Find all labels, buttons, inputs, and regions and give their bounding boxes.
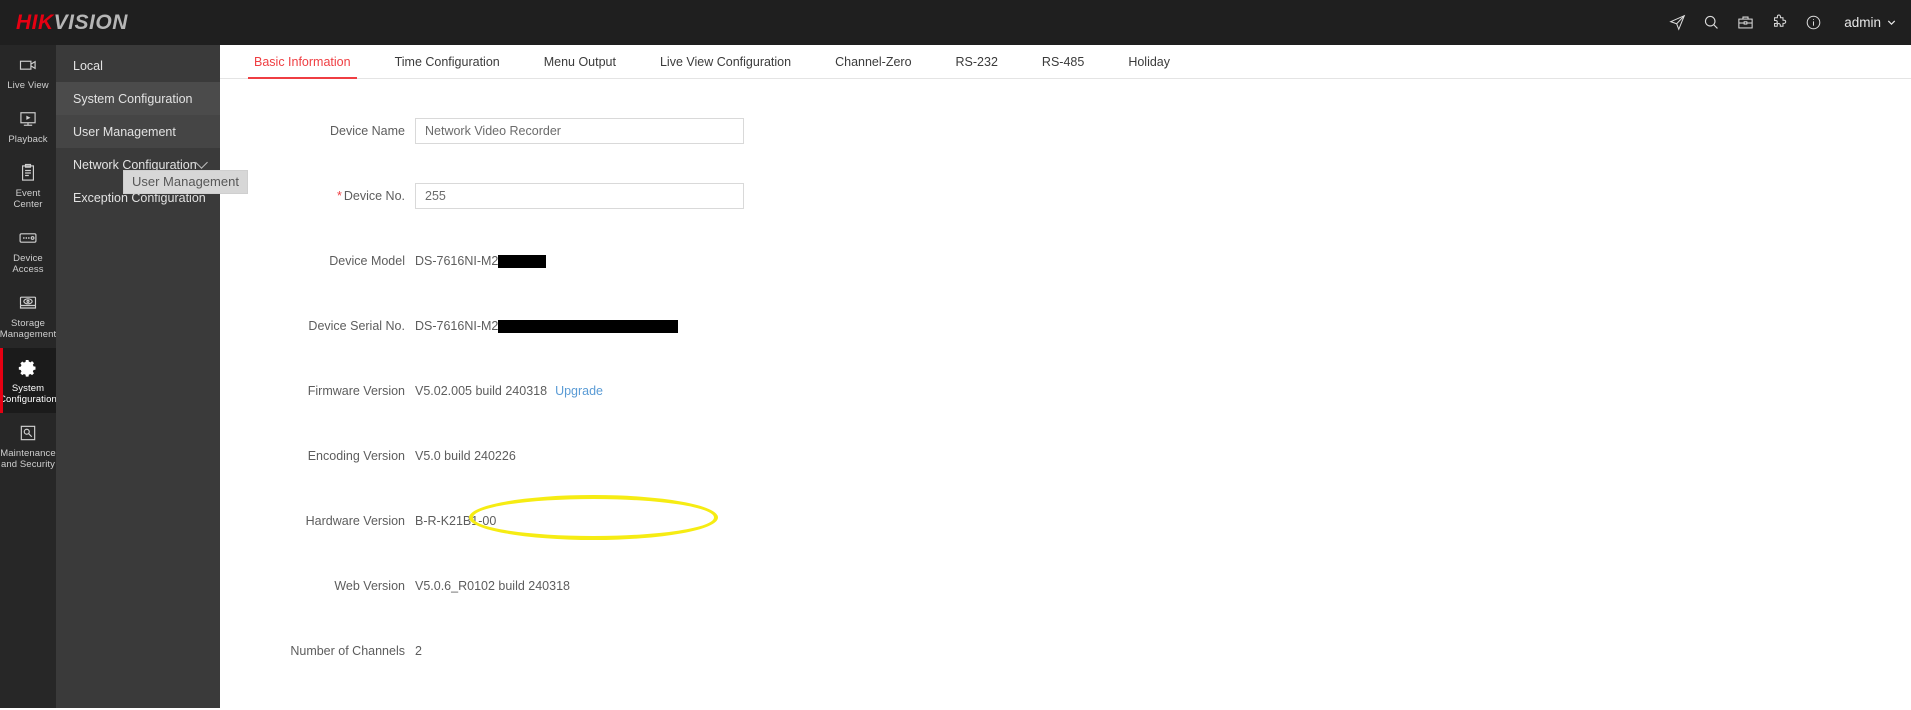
send-icon[interactable] bbox=[1660, 0, 1694, 45]
rail-label-event-center: Event Center bbox=[13, 188, 43, 210]
label-web-version: Web Version bbox=[334, 579, 405, 593]
content-area: Basic Information Time Configuration Men… bbox=[220, 45, 1911, 710]
label-device-name: Device Name bbox=[329, 124, 405, 138]
maintenance-security-icon bbox=[18, 423, 38, 443]
storage-management-icon bbox=[18, 293, 38, 313]
label-device-model: Device Model bbox=[329, 254, 405, 268]
tab-rs-232[interactable]: RS-232 bbox=[934, 45, 1020, 78]
tooltip-user-management: User Management bbox=[123, 170, 248, 194]
tab-rs-485[interactable]: RS-485 bbox=[1020, 45, 1106, 78]
toolbox-icon[interactable] bbox=[1728, 0, 1762, 45]
field-web-version: Web Version V5.0.6_R0102 build 240318 bbox=[220, 570, 1911, 602]
field-device-name: Device Name Network Video Recorder bbox=[220, 115, 1911, 147]
field-firmware-version: Firmware Version V5.02.005 build 240318 … bbox=[220, 375, 1911, 407]
info-icon[interactable] bbox=[1796, 0, 1830, 45]
account-label: admin bbox=[1844, 15, 1881, 30]
label-firmware-version: Firmware Version bbox=[307, 384, 405, 398]
playback-icon bbox=[18, 109, 38, 129]
field-hardware-version: Hardware Version B-R-K21B1-00 bbox=[220, 505, 1911, 537]
plugin-icon[interactable] bbox=[1762, 0, 1796, 45]
web-version-value: V5.0.6_R0102 build 240318 bbox=[415, 579, 570, 593]
value-device-model: DS-7616NI-M2 bbox=[415, 254, 547, 268]
rail-item-live-view[interactable]: Live View bbox=[0, 45, 56, 99]
secondary-nav: Local System Configuration User Manageme… bbox=[56, 45, 220, 710]
rail-label-live-view: Live View bbox=[7, 80, 49, 91]
number-of-channels-value: 2 bbox=[415, 644, 422, 658]
logo-hik-text: HIK bbox=[16, 10, 54, 34]
required-asterisk: * bbox=[336, 189, 342, 203]
subnav-item-local[interactable]: Local bbox=[56, 49, 220, 82]
redaction-bar-device-serial-no bbox=[498, 319, 679, 333]
device-name-input[interactable]: Network Video Recorder bbox=[415, 118, 744, 144]
device-name-value: Network Video Recorder bbox=[425, 124, 561, 138]
rail-label-storage-management: Storage Management bbox=[0, 318, 57, 340]
event-center-icon bbox=[18, 163, 38, 183]
rail-label-device-access: Device Access bbox=[12, 253, 44, 275]
rail-item-playback[interactable]: Playback bbox=[0, 99, 56, 153]
subnav-label-local: Local bbox=[73, 58, 103, 73]
device-no-input[interactable]: 255 bbox=[415, 183, 744, 209]
tab-holiday[interactable]: Holiday bbox=[1106, 45, 1192, 78]
subnav-label-user-management: User Management bbox=[73, 124, 176, 139]
primary-nav-rail: Live View Playback Event Center Device A… bbox=[0, 45, 57, 710]
top-bar-actions: admin bbox=[1660, 0, 1911, 45]
device-model-value: DS-7616NI-M2 bbox=[415, 254, 499, 268]
rail-label-playback: Playback bbox=[8, 134, 48, 145]
search-icon[interactable] bbox=[1694, 0, 1728, 45]
device-serial-no-value: DS-7616NI-M2 bbox=[415, 319, 499, 333]
encoding-version-value: V5.0 build 240226 bbox=[415, 449, 516, 463]
subnav-item-user-management[interactable]: User Management bbox=[56, 115, 220, 148]
label-number-of-channels: Number of Channels bbox=[290, 644, 405, 658]
live-view-icon bbox=[18, 55, 38, 75]
rail-item-maintenance-and-security[interactable]: Maintenance and Security bbox=[0, 413, 56, 478]
field-number-of-channels: Number of Channels 2 bbox=[220, 635, 1911, 667]
firmware-version-value: V5.02.005 build 240318 bbox=[415, 384, 548, 398]
basic-information-form: Device Name Network Video Recorder * Devi… bbox=[220, 79, 1911, 710]
subnav-label-system-configuration: System Configuration bbox=[73, 91, 193, 106]
system-configuration-icon bbox=[18, 358, 38, 378]
account-menu[interactable]: admin bbox=[1844, 15, 1897, 30]
label-encoding-version: Encoding Version bbox=[307, 449, 405, 463]
value-device-serial-no: DS-7616NI-M2 bbox=[415, 319, 679, 333]
field-encoding-version: Encoding Version V5.0 build 240226 bbox=[220, 440, 1911, 472]
rail-label-system-configuration: System Configuration bbox=[0, 383, 57, 405]
subnav-item-system-configuration[interactable]: System Configuration bbox=[56, 82, 220, 115]
upgrade-link[interactable]: Upgrade bbox=[555, 384, 603, 398]
chevron-down-icon bbox=[195, 156, 208, 169]
rail-item-storage-management[interactable]: Storage Management bbox=[0, 283, 56, 348]
device-no-value: 255 bbox=[425, 189, 446, 203]
label-device-serial-no: Device Serial No. bbox=[308, 319, 405, 333]
field-device-serial-no: Device Serial No. DS-7616NI-M2 bbox=[220, 310, 1911, 342]
rail-item-event-center[interactable]: Event Center bbox=[0, 153, 56, 218]
tab-channel-zero[interactable]: Channel-Zero bbox=[813, 45, 933, 78]
label-hardware-version: Hardware Version bbox=[305, 514, 405, 528]
field-device-no: * Device No. 255 bbox=[220, 180, 1911, 212]
rail-item-system-configuration[interactable]: System Configuration bbox=[0, 348, 57, 413]
label-device-no: * Device No. bbox=[336, 189, 405, 203]
hardware-version-value: B-R-K21B1-00 bbox=[415, 514, 497, 528]
device-access-icon bbox=[18, 228, 38, 248]
hikvision-web-app: HIKVISION admin Live View Playback Event… bbox=[0, 0, 1911, 710]
tab-live-view-configuration[interactable]: Live View Configuration bbox=[638, 45, 813, 78]
rail-label-maintenance-and-security: Maintenance and Security bbox=[0, 448, 56, 470]
top-bar: HIKVISION admin bbox=[0, 0, 1911, 45]
hikvision-logo: HIKVISION bbox=[16, 11, 128, 35]
field-device-model: Device Model DS-7616NI-M2 bbox=[220, 245, 1911, 277]
chevron-down-icon bbox=[1887, 20, 1896, 25]
tab-menu-output[interactable]: Menu Output bbox=[522, 45, 638, 78]
logo-vision-text: VISION bbox=[53, 10, 128, 34]
redaction-bar-device-model bbox=[498, 254, 547, 268]
tab-basic-information[interactable]: Basic Information bbox=[232, 45, 373, 79]
rail-item-device-access[interactable]: Device Access bbox=[0, 218, 56, 283]
tab-bar: Basic Information Time Configuration Men… bbox=[220, 45, 1911, 79]
value-firmware-version: V5.02.005 build 240318 Upgrade bbox=[415, 384, 603, 398]
tab-time-configuration[interactable]: Time Configuration bbox=[373, 45, 522, 78]
